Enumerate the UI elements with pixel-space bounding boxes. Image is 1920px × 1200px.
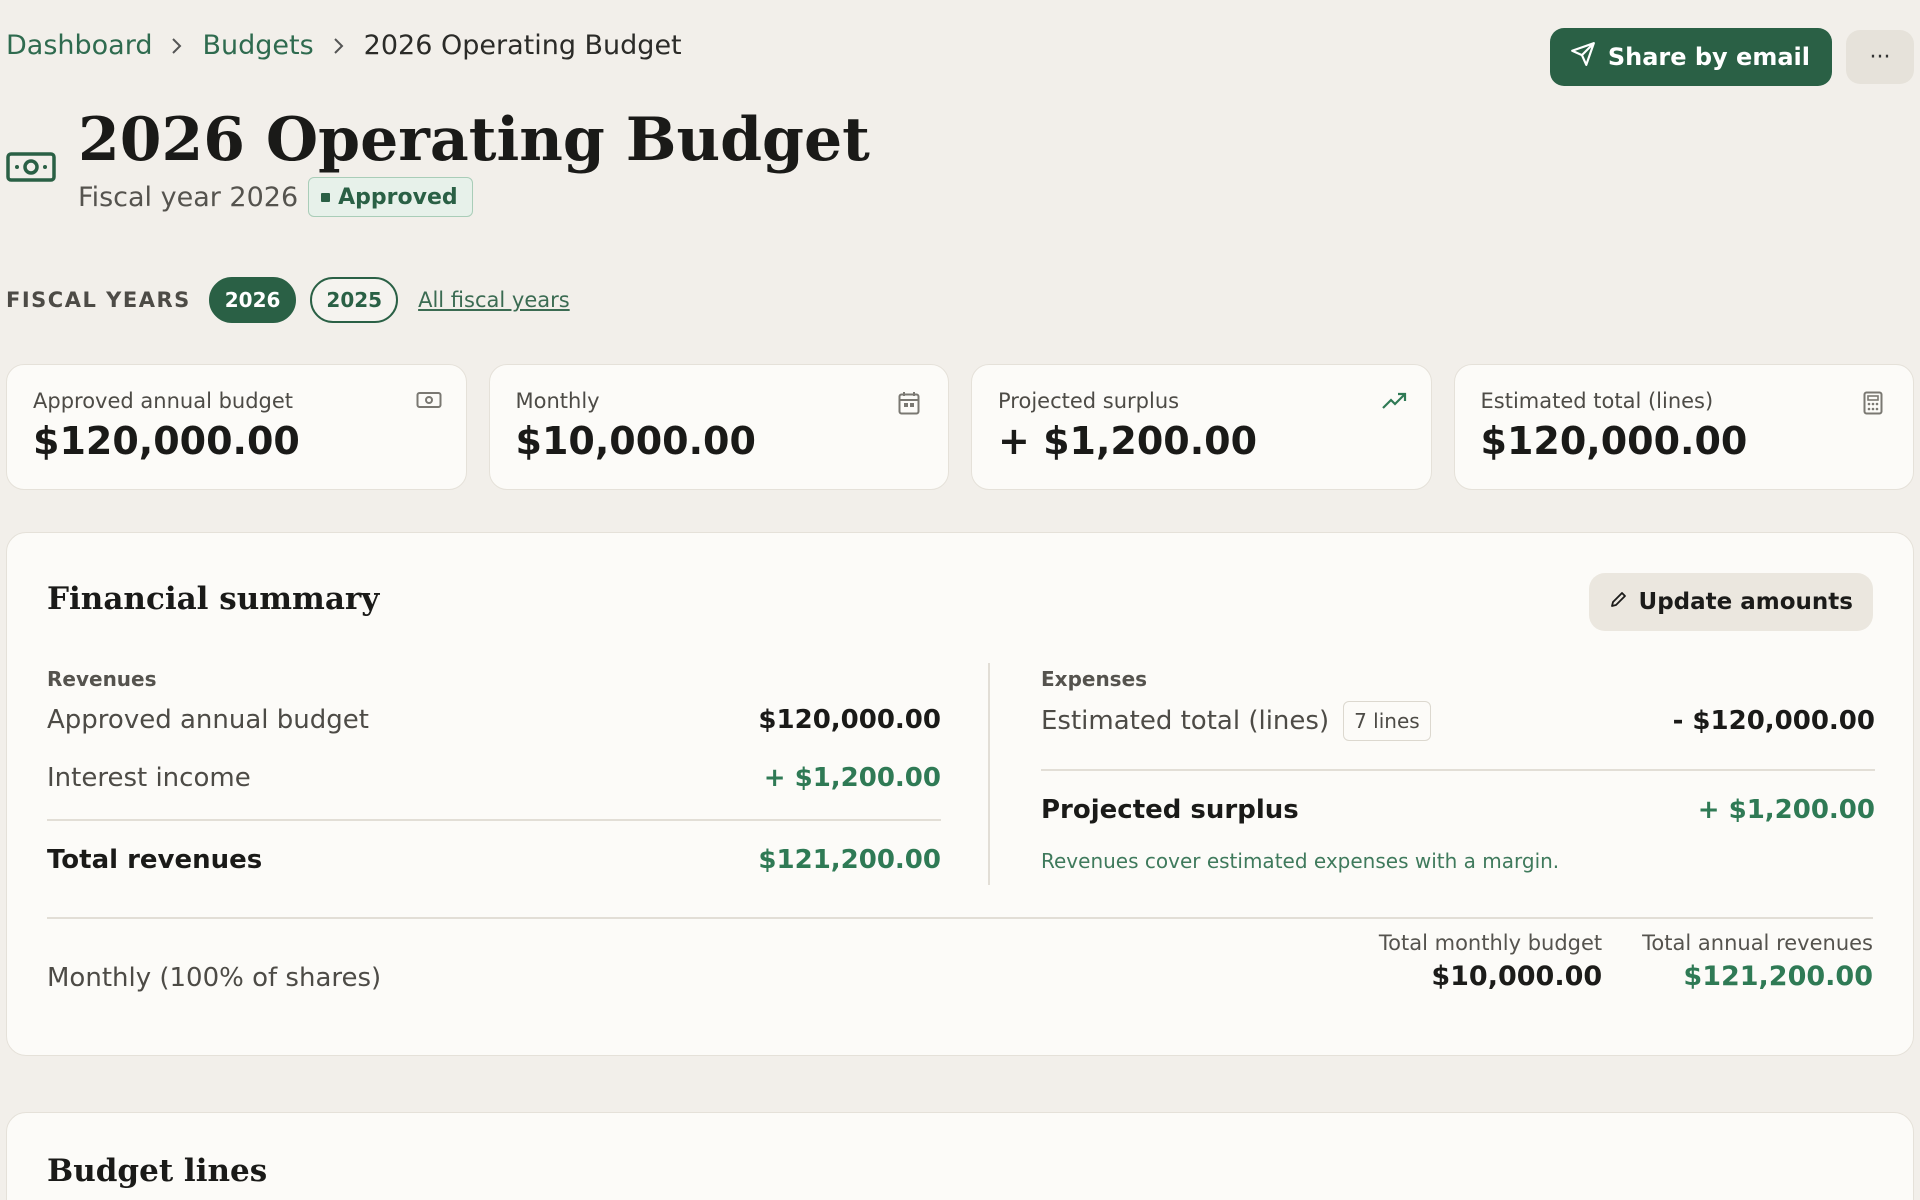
fiscal-years-selector: FISCAL YEARS 2026 2025 All fiscal years bbox=[6, 277, 570, 323]
share-by-email-button[interactable]: Share by email bbox=[1549, 28, 1832, 86]
revenue-row: Interest income + $1,200.00 bbox=[47, 749, 941, 807]
total-revenues-value: $121,200.00 bbox=[758, 844, 941, 875]
trend-up-icon bbox=[1381, 391, 1407, 415]
kpi-label: Approved annual budget bbox=[33, 389, 294, 413]
revenue-row: Approved annual budget $120,000.00 bbox=[47, 691, 941, 749]
more-options-button[interactable]: ··· bbox=[1846, 30, 1914, 84]
status-badge: Approved bbox=[308, 177, 473, 217]
stat-value: $10,000.00 bbox=[1431, 961, 1603, 992]
lines-count-badge: 7 lines bbox=[1343, 701, 1431, 741]
financial-summary-card: Financial summary Update amounts Revenue… bbox=[6, 532, 1914, 1056]
budget-lines-title: Budget lines bbox=[47, 1153, 268, 1189]
projected-surplus-label: Projected surplus bbox=[1041, 794, 1299, 825]
kpi-card-projected-surplus: Projected surplus + $1,200.00 bbox=[971, 364, 1432, 490]
expense-row-value: - $120,000.00 bbox=[1672, 706, 1875, 736]
kpi-value: $120,000.00 bbox=[1480, 419, 1748, 463]
revenue-row-label: Approved annual budget bbox=[47, 705, 369, 735]
expense-row-label: Estimated total (lines) bbox=[1041, 706, 1330, 736]
chevron-right-icon bbox=[314, 37, 364, 55]
money-icon bbox=[6, 151, 56, 183]
revenue-row-label: Interest income bbox=[47, 763, 251, 793]
revenue-row-value: + $1,200.00 bbox=[763, 763, 941, 793]
breadcrumb-current: 2026 Operating Budget bbox=[363, 30, 682, 61]
kpi-cards: Approved annual budget $120,000.00 Month… bbox=[6, 364, 1914, 490]
expenses-section: Expenses Estimated total (lines) 7 lines… bbox=[1041, 667, 1875, 873]
total-revenues-label: Total revenues bbox=[47, 844, 263, 875]
share-by-email-label: Share by email bbox=[1607, 43, 1810, 71]
chevron-right-icon bbox=[152, 37, 202, 55]
kpi-card-approved-budget: Approved annual budget $120,000.00 bbox=[6, 364, 467, 490]
kpi-value: $120,000.00 bbox=[33, 419, 300, 463]
fiscal-year-pill-2025[interactable]: 2025 bbox=[310, 277, 399, 323]
projected-surplus-row: Projected surplus + $1,200.00 bbox=[1041, 771, 1875, 849]
stat-label: Total monthly budget bbox=[1378, 931, 1603, 955]
expense-row: Estimated total (lines) 7 lines - $120,0… bbox=[1041, 691, 1875, 751]
revenues-section: Revenues Approved annual budget $120,000… bbox=[47, 667, 941, 899]
surplus-note: Revenues cover estimated expenses with a… bbox=[1041, 848, 1560, 873]
kpi-label: Projected surplus bbox=[998, 389, 1180, 413]
kpi-label: Monthly bbox=[515, 389, 600, 413]
send-icon bbox=[1570, 41, 1596, 73]
projected-surplus-value: + $1,200.00 bbox=[1697, 794, 1875, 825]
calculator-icon bbox=[1863, 391, 1889, 415]
revenues-label: Revenues bbox=[47, 667, 157, 691]
update-amounts-button[interactable]: Update amounts bbox=[1588, 573, 1873, 631]
page-title: 2026 Operating Budget bbox=[78, 105, 870, 175]
status-label: Approved bbox=[338, 184, 458, 210]
financial-summary-title: Financial summary bbox=[47, 581, 380, 617]
page-header: 2026 Operating Budget Fiscal year 2026 A… bbox=[6, 103, 870, 217]
pencil-icon bbox=[1609, 589, 1629, 615]
total-annual-revenues-stat: Total annual revenues $121,200.00 bbox=[1642, 931, 1873, 992]
fiscal-year-pill-2026[interactable]: 2026 bbox=[208, 277, 297, 323]
summary-footer: Monthly (100% of shares) Total monthly b… bbox=[47, 917, 1873, 1027]
expenses-label: Expenses bbox=[1041, 667, 1148, 691]
footer-stats: Total monthly budget $10,000.00 Total an… bbox=[1379, 931, 1873, 992]
stat-value: $121,200.00 bbox=[1683, 961, 1873, 992]
breadcrumb-dashboard-link[interactable]: Dashboard bbox=[6, 30, 152, 61]
kpi-card-monthly: Monthly $10,000.00 bbox=[488, 364, 949, 490]
budget-lines-card: Budget lines bbox=[6, 1112, 1914, 1200]
total-monthly-budget-stat: Total monthly budget $10,000.00 bbox=[1379, 931, 1602, 992]
page-subtitle: Fiscal year 2026 bbox=[78, 181, 299, 213]
column-divider bbox=[988, 663, 990, 885]
monthly-shares-label: Monthly (100% of shares) bbox=[47, 963, 382, 993]
update-amounts-label: Update amounts bbox=[1638, 589, 1853, 615]
revenue-row-value: $120,000.00 bbox=[758, 705, 941, 735]
kpi-value: + $1,200.00 bbox=[998, 419, 1258, 463]
kpi-value: $10,000.00 bbox=[515, 419, 756, 463]
breadcrumb-budgets-link[interactable]: Budgets bbox=[202, 30, 313, 61]
stat-label: Total annual revenues bbox=[1642, 931, 1873, 955]
total-revenues-row: Total revenues $121,200.00 bbox=[47, 821, 941, 899]
kpi-card-estimated-total: Estimated total (lines) $120,000.00 bbox=[1453, 364, 1914, 490]
all-fiscal-years-link[interactable]: All fiscal years bbox=[418, 288, 570, 312]
header-actions: Share by email ··· bbox=[1549, 28, 1914, 86]
calendar-icon bbox=[898, 391, 924, 415]
status-dot-icon bbox=[321, 192, 331, 202]
kpi-label: Estimated total (lines) bbox=[1480, 389, 1714, 413]
fiscal-years-label: FISCAL YEARS bbox=[6, 288, 191, 312]
money-icon bbox=[416, 391, 442, 415]
